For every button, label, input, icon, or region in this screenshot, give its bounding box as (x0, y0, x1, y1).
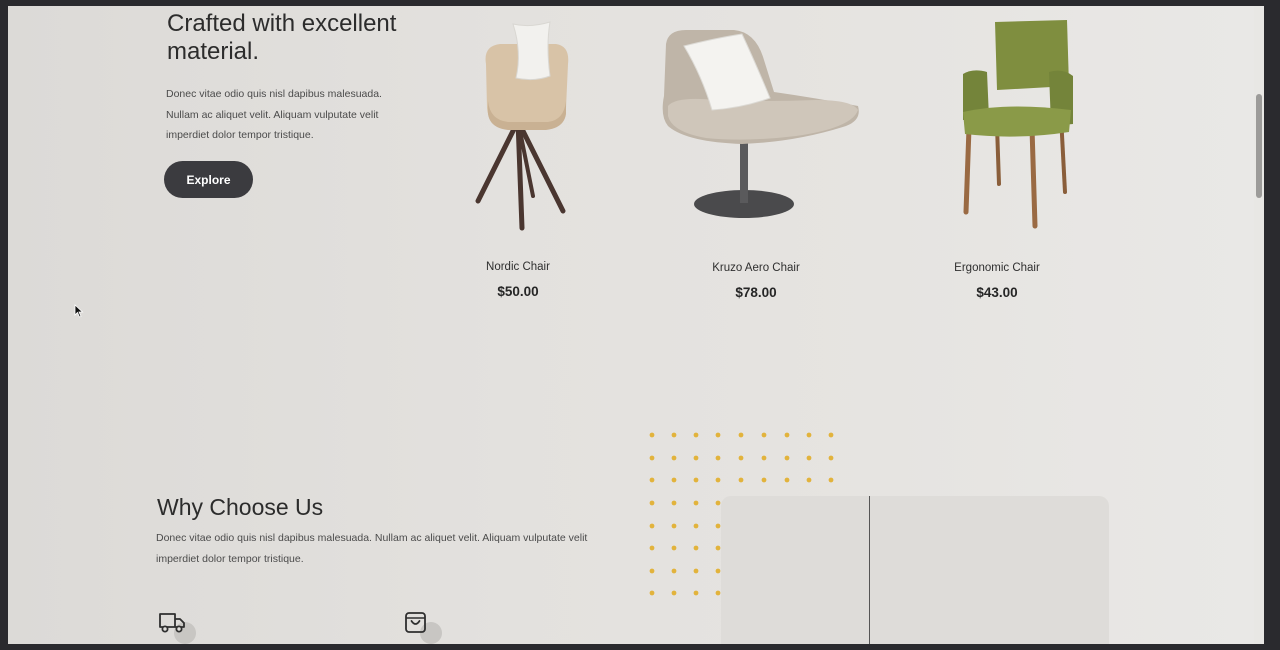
product-price: $78.00 (735, 285, 777, 300)
feature-fast-shipping (158, 610, 196, 644)
shopping-bag-icon (405, 612, 426, 633)
hero-description: Donec vitae odio quis nisl dapibus males… (166, 88, 382, 141)
why-choose-us-title: Why Choose Us (157, 494, 324, 520)
why-choose-us-description: Donec vitae odio quis nisl dapibus males… (156, 532, 588, 565)
product-card-nordic-chair[interactable]: Nordic Chair $50.00 (408, 16, 628, 306)
browser-viewport: Crafted with excellent material. Donec v… (8, 6, 1264, 644)
ergonomic-chair-image (963, 20, 1073, 229)
product-name: Ergonomic Chair (954, 262, 1040, 274)
product-name: Nordic Chair (486, 261, 550, 273)
scrollbar-thumb[interactable] (1256, 94, 1262, 198)
product-card-ergonomic-chair[interactable]: Ergonomic Chair $43.00 (887, 16, 1107, 306)
hero-title: Crafted with excellent material. (167, 10, 397, 65)
vertical-scrollbar[interactable] (1254, 6, 1264, 644)
feature-easy-shopping (404, 610, 442, 644)
truck-icon (159, 613, 185, 633)
product-price: $50.00 (497, 284, 539, 299)
kruzo-aero-chair-image (662, 30, 859, 218)
nordic-chair-image (475, 21, 569, 231)
image-divider (869, 496, 870, 644)
why-choose-us-image (721, 496, 1109, 644)
product-price: $43.00 (976, 285, 1018, 300)
explore-button[interactable]: Explore (164, 161, 253, 198)
product-name: Kruzo Aero Chair (712, 262, 800, 274)
mouse-cursor-icon (74, 304, 84, 318)
product-card-kruzo-aero-chair[interactable]: Kruzo Aero Chair $78.00 (646, 16, 866, 306)
